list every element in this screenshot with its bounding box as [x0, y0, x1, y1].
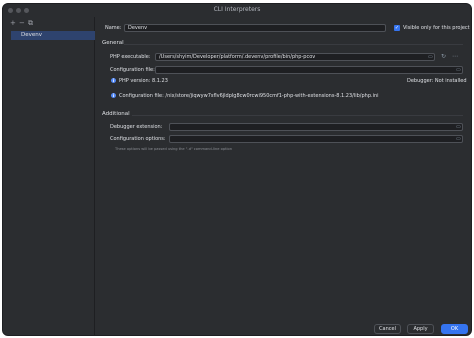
- additional-section-title: Additional: [102, 111, 130, 117]
- general-divider: [124, 44, 463, 45]
- debugger-status-text: Debugger: Not installed: [407, 78, 467, 84]
- remove-icon[interactable]: −: [19, 19, 25, 27]
- configuration-file-field[interactable]: [155, 66, 463, 74]
- configuration-options-hint: These options will be passed using the "…: [115, 147, 233, 151]
- folder-icon[interactable]: ▭: [456, 67, 461, 73]
- window-title: CLI Interpreters: [213, 6, 261, 13]
- additional-divider: [132, 115, 463, 116]
- interpreters-sidebar: + − ⧉ Devenv ?: [3, 17, 95, 335]
- configuration-file-info: Configuration file: /nix/store/jiqwyw7sf…: [119, 93, 379, 99]
- php-executable-field[interactable]: /Users/shyim/Developer/platform/.devenv/…: [155, 53, 435, 61]
- sidebar-item-devenv[interactable]: Devenv: [11, 31, 95, 40]
- ok-button[interactable]: OK: [441, 324, 468, 334]
- php-version-text: PHP version: 8.1.23: [119, 78, 168, 84]
- expand-icon[interactable]: ▭: [456, 136, 461, 142]
- add-icon[interactable]: +: [10, 19, 16, 27]
- info-icon: i: [111, 78, 116, 83]
- info-icon: i: [111, 93, 116, 98]
- cancel-button[interactable]: Cancel: [374, 324, 401, 334]
- apply-button[interactable]: Apply: [407, 324, 434, 334]
- debugger-extension-label: Debugger extension:: [110, 124, 163, 130]
- configuration-options-label: Configuration options:: [110, 136, 166, 142]
- copy-icon[interactable]: ⧉: [28, 19, 33, 27]
- general-section-title: General: [102, 40, 124, 46]
- debugger-extension-field[interactable]: [169, 123, 463, 131]
- configuration-file-label: Configuration file:: [110, 67, 155, 73]
- more-icon[interactable]: ⋯: [452, 53, 458, 60]
- name-field[interactable]: Devenv: [124, 24, 386, 32]
- name-label: Name:: [105, 25, 122, 31]
- folder-icon[interactable]: ▭: [456, 124, 461, 130]
- visible-only-label: Visible only for this project: [403, 25, 470, 31]
- title-bar: CLI Interpreters: [3, 4, 471, 17]
- configuration-options-field[interactable]: [169, 135, 463, 143]
- php-executable-label: PHP executable:: [110, 54, 151, 60]
- cli-interpreters-dialog: CLI Interpreters + − ⧉ Devenv ? Name: De…: [2, 3, 472, 336]
- interpreter-settings: Name: Devenv ✓ Visible only for this pro…: [96, 17, 471, 335]
- folder-icon[interactable]: ▭: [428, 54, 433, 60]
- refresh-icon[interactable]: ↻: [441, 53, 446, 60]
- visible-only-checkbox[interactable]: ✓: [394, 25, 400, 31]
